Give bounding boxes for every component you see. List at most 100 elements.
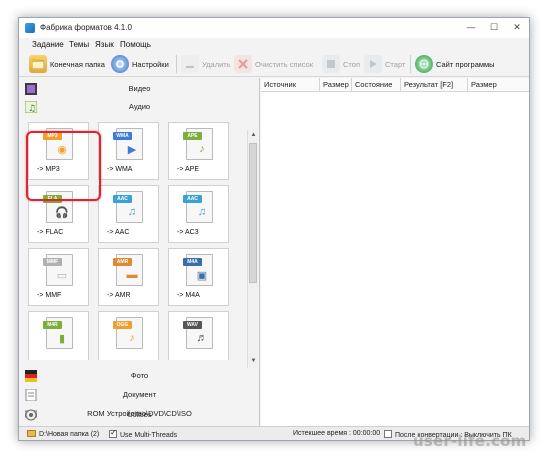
scroll-thumb[interactable] — [249, 143, 257, 283]
minimize-button[interactable]: — — [461, 20, 481, 34]
format-label: -> AAC — [107, 229, 130, 236]
output-folder-status[interactable]: D:\Новая папка (2) — [27, 430, 99, 438]
clear-icon — [234, 55, 252, 73]
format-badge: AAC — [113, 195, 132, 203]
format-badge: WMA — [113, 132, 132, 140]
column-status[interactable]: Состояние — [352, 78, 401, 92]
format-glyph-icon: ♪ — [199, 143, 205, 155]
format-badge: M4R — [43, 321, 62, 329]
audio-file-icon: AAC ♫ — [183, 191, 213, 223]
settings-button[interactable]: Настройки — [111, 54, 169, 74]
menu-themes[interactable]: Темы — [69, 40, 89, 49]
format-tile[interactable]: M4R ▮ — [28, 311, 89, 360]
format-label: -> FLAC — [37, 229, 64, 236]
scroll-up-arrow-icon[interactable]: ▲ — [249, 131, 258, 140]
format-tile[interactable]: WMA ▶ -> WMA — [98, 122, 159, 180]
category-photo[interactable]: Фото — [19, 367, 260, 385]
format-label: -> APE — [177, 166, 199, 173]
format-glyph-icon: ▭ — [56, 269, 68, 282]
start-label: Старт — [385, 59, 406, 69]
folder-icon — [29, 55, 47, 73]
toolbar-divider — [176, 55, 177, 73]
format-glyph-icon: ▮ — [58, 332, 66, 345]
audio-file-icon: APE ♪ — [183, 128, 213, 160]
multithreads-checkbox[interactable] — [109, 428, 117, 438]
menu-task[interactable]: Задание — [32, 40, 64, 49]
after-convert-checkbox[interactable] — [384, 430, 392, 438]
website-button[interactable]: Сайт программы — [415, 54, 495, 74]
audio-file-icon: OGG ♪ — [113, 317, 143, 349]
format-tile[interactable]: WAV ♬ — [168, 311, 229, 360]
start-button[interactable]: Старт — [364, 54, 405, 74]
format-label: -> WMA — [107, 166, 133, 173]
menu-bar: Задание Темы Язык Помощь — [19, 38, 529, 51]
audio-file-icon: M4R ▮ — [43, 317, 73, 349]
format-tile[interactable]: MMF ▭ -> MMF — [28, 248, 89, 306]
format-badge: AMR — [113, 258, 132, 266]
window-title: Фабрика форматов 4.1.0 — [40, 23, 132, 32]
multithreads-toggle[interactable]: Use Multi-Threads — [109, 428, 178, 439]
audio-file-icon: WAV ♬ — [183, 317, 213, 349]
watermark: user-life.com — [413, 432, 527, 450]
column-size[interactable]: Размер — [320, 78, 352, 92]
format-tile[interactable]: AAC ♫ -> AAC — [98, 185, 159, 243]
globe-icon — [415, 55, 433, 73]
scroll-down-arrow-icon[interactable]: ▼ — [249, 357, 258, 366]
output-folder-label: Конечная папка — [50, 59, 105, 69]
stop-icon — [322, 55, 340, 73]
app-window: Фабрика форматов 4.1.0 — ☐ ✕ Задание Тем… — [18, 17, 530, 441]
close-button[interactable]: ✕ — [507, 20, 527, 34]
format-glyph-icon: ♬ — [196, 332, 208, 344]
category-utilities-label: Utilities — [127, 410, 152, 419]
title-bar: Фабрика форматов 4.1.0 — ☐ ✕ — [19, 18, 529, 38]
format-tile[interactable]: AAC ♫ -> AC3 — [168, 185, 229, 243]
app-logo-icon — [25, 23, 35, 33]
audio-file-icon: AAC ♫ — [113, 191, 143, 223]
stop-button[interactable]: Стоп — [322, 54, 360, 74]
maximize-button[interactable]: ☐ — [484, 20, 504, 34]
format-badge: APE — [183, 132, 202, 140]
column-source[interactable]: Источник — [261, 78, 320, 92]
format-label: -> MMF — [37, 292, 62, 299]
clear-list-label: Очистить список — [255, 59, 314, 69]
toolbar-divider — [410, 55, 411, 73]
category-audio[interactable]: ♫ Аудио — [19, 98, 260, 116]
format-glyph-icon: 🎧 — [55, 206, 69, 219]
toolbar: Конечная папка Настройки Удалить Очистит… — [19, 51, 529, 77]
clear-list-button[interactable]: Очистить список — [234, 54, 313, 74]
website-label: Сайт программы — [436, 59, 495, 69]
multithreads-label: Use Multi-Threads — [120, 432, 178, 439]
format-scrollbar[interactable]: ▲ ▼ — [247, 130, 258, 368]
output-folder-button[interactable]: Конечная папка — [29, 54, 105, 74]
format-label: -> M4A — [177, 292, 200, 299]
category-document[interactable]: Документ — [19, 386, 260, 404]
category-utilities[interactable]: Utilities — [19, 406, 260, 424]
column-result[interactable]: Результат [F2] — [401, 78, 468, 92]
category-video[interactable]: Видео — [19, 80, 260, 98]
format-tile[interactable]: OGG ♪ — [98, 311, 159, 360]
category-audio-label: Аудио — [128, 102, 151, 111]
start-icon — [364, 55, 382, 73]
format-label: -> AC3 — [177, 229, 199, 236]
delete-icon — [181, 55, 199, 73]
task-list-panel: Источник Размер Состояние Результат [F2]… — [261, 78, 529, 426]
format-tile[interactable]: M4A ▣ -> M4A — [168, 248, 229, 306]
format-tile[interactable]: APE ♪ -> APE — [168, 122, 229, 180]
category-panel: Видео ♫ Аудио MP3 ◉ -> MP3 WMA ▶ -> WMA APE ♪ ->… — [19, 78, 260, 426]
menu-language[interactable]: Язык — [95, 40, 114, 49]
menu-help[interactable]: Помощь — [120, 40, 151, 49]
settings-label: Настройки — [132, 59, 169, 69]
category-document-label: Документ — [122, 390, 157, 399]
format-tile[interactable]: AMR ▬ -> AMR — [98, 248, 159, 306]
delete-button[interactable]: Удалить — [181, 54, 231, 74]
delete-label: Удалить — [202, 59, 231, 69]
format-badge: MMF — [43, 258, 62, 266]
format-glyph-icon: ♪ — [129, 332, 135, 344]
format-badge: AAC — [183, 195, 202, 203]
column-output-size[interactable]: Размер — [468, 78, 529, 92]
format-label: -> AMR — [107, 292, 131, 299]
output-folder-path: D:\Новая папка (2) — [39, 431, 100, 438]
audio-file-icon: WMA ▶ — [113, 128, 143, 160]
category-video-label: Видео — [128, 84, 151, 93]
format-badge: M4A — [183, 258, 202, 266]
